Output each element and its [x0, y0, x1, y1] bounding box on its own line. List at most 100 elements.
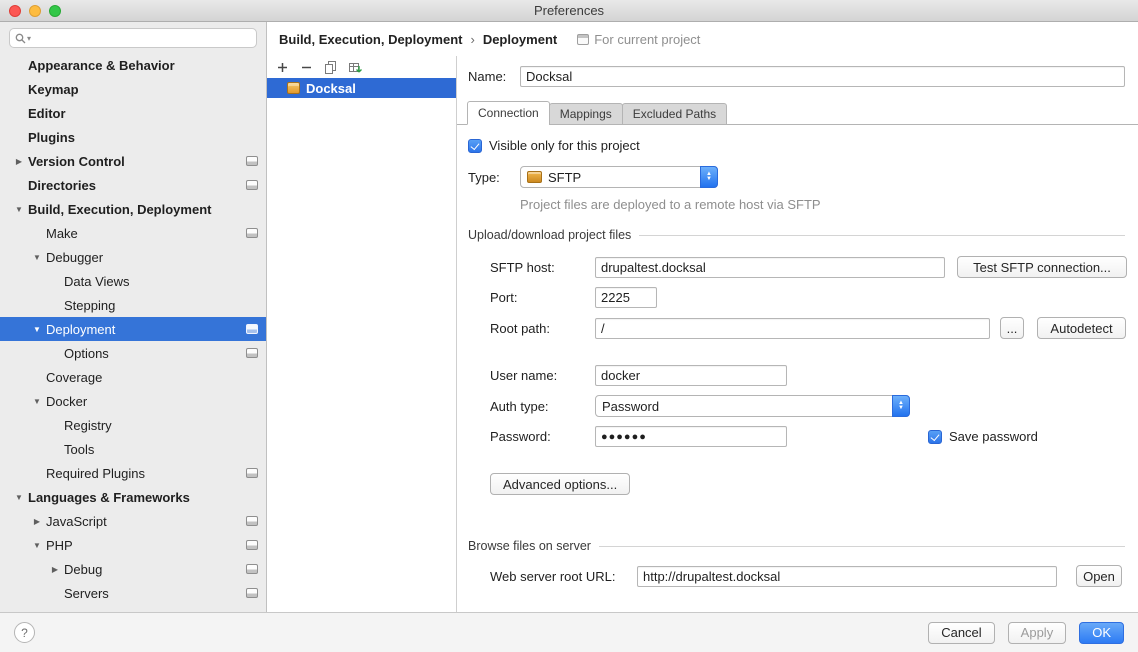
upload-section-label: Upload/download project files — [468, 228, 631, 242]
import-servers-button[interactable] — [348, 61, 363, 74]
sidebar-item-debugger[interactable]: ▼Debugger — [0, 245, 266, 269]
sidebar-item-servers[interactable]: Servers — [0, 581, 266, 605]
content-column: Build, Execution, Deployment › Deploymen… — [267, 22, 1138, 612]
type-label: Type: — [468, 170, 520, 185]
chevron-down-icon[interactable]: ▼ — [10, 205, 28, 214]
sidebar-item-version-control[interactable]: ▶Version Control — [0, 149, 266, 173]
browse-root-path-button[interactable]: ... — [1000, 317, 1024, 339]
sidebar-item-directories[interactable]: Directories — [0, 173, 266, 197]
server-list-item-docksal[interactable]: Docksal — [267, 78, 456, 98]
add-server-button[interactable] — [276, 61, 289, 74]
chevron-down-icon[interactable]: ▼ — [28, 253, 46, 262]
sidebar-item-options[interactable]: Options — [0, 341, 266, 365]
sidebar-item-appearance-and-behavior[interactable]: Appearance & Behavior — [0, 53, 266, 77]
sidebar-item-label: Languages & Frameworks — [28, 490, 190, 505]
project-level-icon — [246, 156, 258, 166]
project-level-icon — [246, 588, 258, 598]
tab-mappings[interactable]: Mappings — [549, 103, 623, 125]
preferences-window: Preferences ▾ Appearance & BehaviorKeyma… — [0, 0, 1138, 652]
chevron-right-icon[interactable]: ▶ — [28, 517, 46, 526]
tab-connection[interactable]: Connection — [467, 101, 550, 125]
sidebar-item-javascript[interactable]: ▶JavaScript — [0, 509, 266, 533]
sidebar-item-label: Deployment — [46, 322, 115, 337]
server-toolbar — [267, 56, 456, 78]
zoom-window-button[interactable] — [49, 5, 61, 17]
project-level-icon — [246, 564, 258, 574]
sidebar-item-keymap[interactable]: Keymap — [0, 77, 266, 101]
sidebar-item-php[interactable]: ▼PHP — [0, 533, 266, 557]
chevron-down-icon[interactable]: ▼ — [28, 325, 46, 334]
copy-icon — [324, 61, 337, 74]
help-button[interactable]: ? — [14, 622, 35, 643]
auth-type-select[interactable]: Password ▲▼ — [595, 395, 910, 417]
sidebar-item-data-views[interactable]: Data Views — [0, 269, 266, 293]
root-path-input[interactable] — [595, 318, 990, 339]
close-window-button[interactable] — [9, 5, 21, 17]
autodetect-button[interactable]: Autodetect — [1037, 317, 1126, 339]
sidebar-item-tools[interactable]: Tools — [0, 437, 266, 461]
upload-section-header: Upload/download project files — [468, 228, 1125, 242]
sidebar-item-label: Coverage — [46, 370, 102, 385]
sidebar-item-make[interactable]: Make — [0, 221, 266, 245]
sidebar-item-deployment[interactable]: ▼Deployment — [0, 317, 266, 341]
save-password-checkbox[interactable] — [928, 430, 942, 444]
minimize-window-button[interactable] — [29, 5, 41, 17]
name-input[interactable] — [520, 66, 1125, 87]
sidebar-item-label: Registry — [64, 418, 112, 433]
remove-server-button[interactable] — [300, 61, 313, 74]
sidebar-item-plugins[interactable]: Plugins — [0, 125, 266, 149]
settings-search-field[interactable]: ▾ — [9, 28, 257, 48]
visible-only-checkbox[interactable] — [468, 139, 482, 153]
root-path-label: Root path: — [490, 321, 595, 336]
advanced-options-button[interactable]: Advanced options... — [490, 473, 630, 495]
web-root-input[interactable] — [637, 566, 1057, 587]
user-name-label: User name: — [490, 368, 595, 383]
chevron-down-icon[interactable]: ▼ — [28, 397, 46, 406]
sidebar-item-label: Debugger — [46, 250, 103, 265]
open-url-button[interactable]: Open — [1076, 565, 1122, 587]
tab-excluded-paths[interactable]: Excluded Paths — [622, 103, 727, 125]
visible-only-label: Visible only for this project — [489, 138, 640, 153]
server-list: Docksal — [267, 78, 456, 612]
copy-server-button[interactable] — [324, 61, 337, 74]
sidebar-item-label: Servers — [64, 586, 109, 601]
sidebar-item-required-plugins[interactable]: Required Plugins — [0, 461, 266, 485]
advanced-options-row: Advanced options... — [490, 473, 1125, 495]
ok-button[interactable]: OK — [1079, 622, 1124, 644]
settings-sidebar: ▾ Appearance & Behavior KeymapEditorPlugi… — [0, 22, 267, 612]
sidebar-item-docker[interactable]: ▼Docker — [0, 389, 266, 413]
sidebar-item-registry[interactable]: Registry — [0, 413, 266, 437]
sidebar-item-coverage[interactable]: Coverage — [0, 365, 266, 389]
search-input[interactable] — [35, 31, 251, 45]
sftp-protocol-icon — [527, 171, 542, 183]
password-input[interactable] — [595, 426, 787, 447]
save-password-group: Save password — [928, 429, 1038, 444]
project-level-icon — [246, 468, 258, 478]
breadcrumb-current: Deployment — [483, 32, 557, 47]
user-name-input[interactable] — [595, 365, 787, 386]
apply-button[interactable]: Apply — [1008, 622, 1067, 644]
sftp-host-input[interactable] — [595, 257, 945, 278]
project-level-icon — [246, 540, 258, 550]
sidebar-item-build-execution-deployment[interactable]: ▼Build, Execution, Deployment — [0, 197, 266, 221]
sidebar-item-label: Make — [46, 226, 78, 241]
chevron-down-icon[interactable]: ▼ — [28, 541, 46, 550]
cancel-button[interactable]: Cancel — [928, 622, 994, 644]
chevron-right-icon[interactable]: ▶ — [10, 157, 28, 166]
test-sftp-connection-button[interactable]: Test SFTP connection... — [957, 256, 1127, 278]
chevron-right-icon[interactable]: ▶ — [46, 565, 64, 574]
chevron-down-icon[interactable]: ▼ — [10, 493, 28, 502]
sidebar-item-stepping[interactable]: Stepping — [0, 293, 266, 317]
port-input[interactable] — [595, 287, 657, 308]
project-context: For current project — [577, 32, 700, 47]
chevron-down-icon: ▾ — [27, 34, 31, 43]
content-row: Docksal Name: Connection Mappings Exclud… — [267, 56, 1138, 612]
sidebar-item-debug[interactable]: ▶Debug — [0, 557, 266, 581]
port-label: Port: — [490, 290, 595, 305]
sidebar-item-label: Appearance & Behavior — [28, 58, 175, 73]
type-select[interactable]: SFTP ▲▼ — [520, 166, 718, 188]
breadcrumb-root[interactable]: Build, Execution, Deployment — [279, 32, 462, 47]
password-row: Password: Save password — [490, 426, 1125, 447]
sidebar-item-editor[interactable]: Editor — [0, 101, 266, 125]
sidebar-item-languages-and-frameworks[interactable]: ▼Languages & Frameworks — [0, 485, 266, 509]
